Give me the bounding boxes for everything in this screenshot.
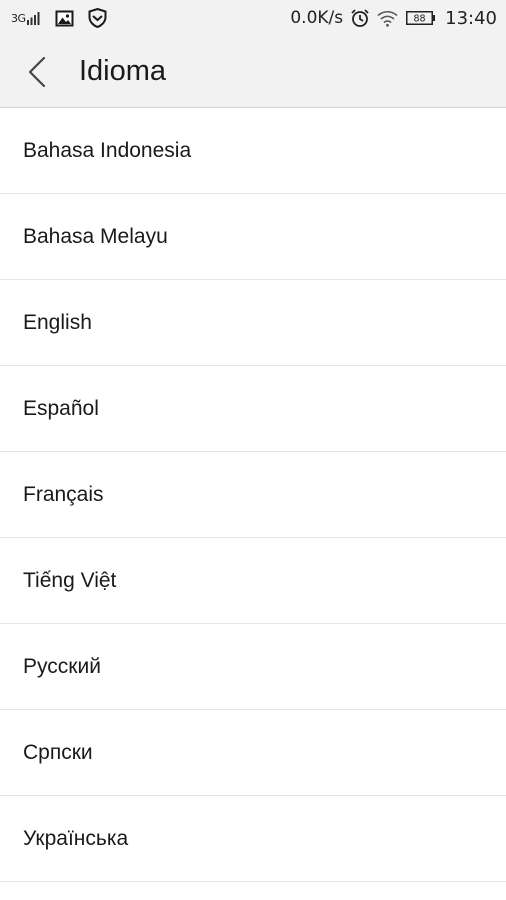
shield-icon	[88, 8, 107, 28]
data-speed-label: 0.0K/s	[290, 8, 344, 28]
status-clock: 13:40	[445, 7, 497, 29]
language-item[interactable]: Bahasa Melayu	[0, 194, 506, 280]
language-label: Français	[23, 482, 104, 506]
language-item[interactable]: Español	[0, 366, 506, 452]
status-bar-left: 3G	[11, 8, 107, 28]
language-label: Bahasa Melayu	[23, 224, 168, 248]
language-label: Bahasa Indonesia	[23, 138, 192, 162]
language-label: Tiếng Việt	[23, 568, 117, 592]
language-item[interactable]: English	[0, 280, 506, 366]
language-label: English	[23, 310, 92, 334]
language-label: Español	[23, 396, 99, 420]
battery-icon: 88	[406, 11, 436, 25]
language-item[interactable]: Bahasa Indonesia	[0, 108, 506, 194]
network-type-label: 3G	[11, 11, 26, 25]
battery-level: 88	[414, 14, 426, 25]
page-title: Idioma	[79, 55, 167, 87]
chevron-left-icon	[27, 56, 47, 88]
signal-bars-icon	[26, 11, 41, 25]
status-bar: 3G 0.0K/s 88 13:40	[0, 0, 506, 36]
back-button[interactable]	[0, 36, 60, 108]
language-item[interactable]: Русский	[0, 624, 506, 710]
language-label: Українська	[23, 826, 129, 850]
app-header: Idioma	[0, 36, 506, 108]
wifi-icon	[377, 10, 398, 27]
gallery-icon	[55, 10, 74, 27]
screen: 3G 0.0K/s 88 13:40 Idioma Bahasa Indones…	[0, 0, 506, 900]
alarm-clock-icon	[350, 8, 370, 28]
language-item[interactable]: Українська	[0, 796, 506, 882]
language-label: Русский	[23, 654, 101, 678]
language-item[interactable]: Français	[0, 452, 506, 538]
language-label: Српски	[23, 740, 93, 764]
language-list: Bahasa Indonesia Bahasa Melayu English E…	[0, 108, 506, 882]
status-bar-right: 0.0K/s 88 13:40	[290, 8, 497, 29]
language-item[interactable]: Српски	[0, 710, 506, 796]
language-item[interactable]: Tiếng Việt	[0, 538, 506, 624]
